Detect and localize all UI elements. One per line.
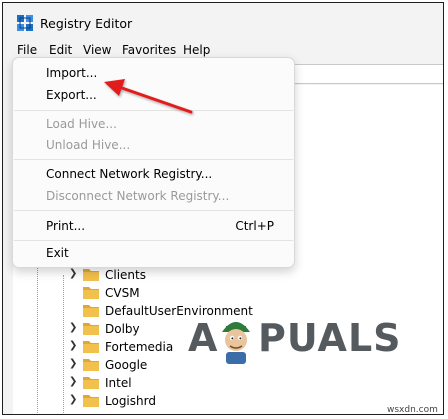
- tree-item-label: Google: [105, 358, 148, 372]
- watermark-letter-a: A: [188, 316, 219, 360]
- tree-item[interactable]: ❯ Logishrd: [13, 392, 443, 410]
- chevron-right-icon[interactable]: ❯: [69, 340, 79, 352]
- tree-item-label: Clients: [105, 268, 146, 282]
- folder-icon: [83, 305, 99, 317]
- file-menu-dropdown: Import... Export... Load Hive... Unload …: [12, 57, 295, 268]
- chevron-right-icon[interactable]: ❯: [69, 322, 79, 334]
- tree-item-label: Fortemedia: [105, 340, 174, 354]
- print-shortcut: Ctrl+P: [235, 219, 274, 233]
- menu-favorites[interactable]: Favorites: [122, 43, 176, 57]
- registry-editor-app-icon: [17, 15, 33, 31]
- watermark-mascot-icon: [222, 322, 250, 364]
- tree-item[interactable]: ❯ Intel: [13, 374, 443, 392]
- tree-item-label: Intel: [105, 376, 132, 390]
- tree-item-label: Logishrd: [105, 394, 156, 408]
- chevron-right-icon[interactable]: ❯: [69, 268, 79, 280]
- menu-item-disconnect-network-registry: Disconnect Network Registry...: [46, 189, 230, 203]
- window-title: Registry Editor: [40, 16, 133, 31]
- source-credit: wsxdn.com: [387, 405, 438, 415]
- folder-icon: [83, 341, 99, 353]
- tree-item-label: Dolby: [105, 322, 140, 336]
- menu-item-import[interactable]: Import...: [46, 66, 97, 80]
- folder-icon: [83, 323, 99, 335]
- chevron-right-icon[interactable]: ❯: [69, 394, 79, 406]
- menu-separator: [14, 159, 293, 160]
- appuals-watermark: A PUALS: [188, 310, 401, 370]
- menu-item-exit[interactable]: Exit: [46, 246, 69, 260]
- tree-item[interactable]: ❯ Clients: [13, 266, 443, 284]
- menu-help[interactable]: Help: [183, 43, 210, 57]
- menu-edit[interactable]: Edit: [49, 43, 72, 57]
- folder-icon: [83, 269, 99, 281]
- menu-file[interactable]: File: [17, 43, 37, 57]
- folder-icon: [83, 287, 99, 299]
- menu-separator: [14, 110, 293, 111]
- watermark-word: PUALS: [258, 316, 402, 360]
- menu-item-connect-network-registry[interactable]: Connect Network Registry...: [46, 167, 212, 181]
- folder-icon: [83, 395, 99, 407]
- tree-item-label: CVSM: [105, 286, 140, 300]
- chevron-right-icon[interactable]: ❯: [69, 358, 79, 370]
- menu-view[interactable]: View: [83, 43, 111, 57]
- folder-icon: [83, 359, 99, 371]
- menu-item-load-hive: Load Hive...: [46, 117, 117, 131]
- menu-separator: [14, 240, 293, 241]
- folder-icon: [83, 377, 99, 389]
- menu-item-print[interactable]: Print...: [46, 219, 85, 233]
- tree-item[interactable]: CVSM: [13, 284, 443, 302]
- menu-separator: [14, 210, 293, 211]
- menu-item-unload-hive: Unload Hive...: [46, 138, 131, 152]
- chevron-right-icon[interactable]: ❯: [69, 376, 79, 388]
- title-bar: Registry Editor: [3, 3, 443, 39]
- menu-item-export[interactable]: Export...: [46, 88, 97, 102]
